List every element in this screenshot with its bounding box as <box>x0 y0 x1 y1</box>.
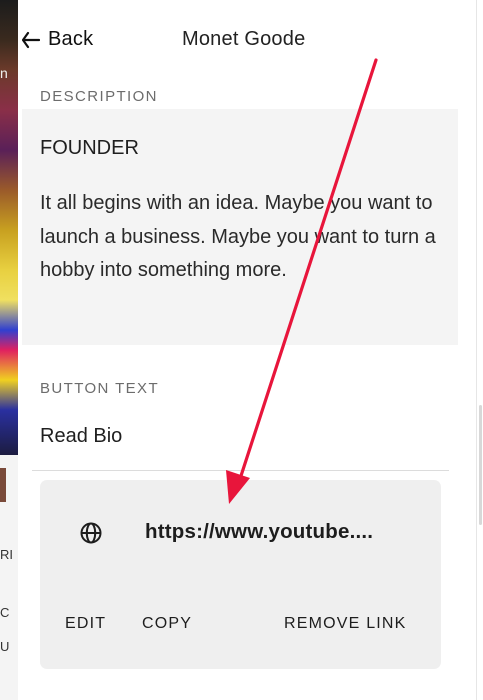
back-arrow-icon <box>22 31 40 48</box>
globe-icon <box>80 522 102 544</box>
divider <box>32 470 449 471</box>
description-body: It all begins with an idea. Maybe you wa… <box>40 192 436 281</box>
background-text-fragment: RI <box>0 547 13 562</box>
edit-link-button[interactable]: EDIT <box>65 615 106 633</box>
description-heading: FOUNDER <box>40 137 139 159</box>
edit-panel: Back Monet Goode DESCRIPTION FOUNDER It … <box>18 0 477 700</box>
screen: n RI C U Back Monet Goode DESCRIPTION FO… <box>0 0 483 700</box>
scrollbar[interactable] <box>476 0 483 700</box>
remove-link-button[interactable]: REMOVE LINK <box>284 615 407 633</box>
panel-header: Back Monet Goode <box>18 0 477 80</box>
link-url[interactable]: https://www.youtube.... <box>145 520 425 544</box>
button-text-field[interactable]: Read Bio <box>40 425 122 448</box>
panel-title: Monet Goode <box>182 28 306 50</box>
background-shape <box>0 468 6 502</box>
button-text-section-label: BUTTON TEXT <box>40 380 160 397</box>
copy-link-button[interactable]: COPY <box>142 615 192 633</box>
background-text-fragment: U <box>0 639 10 654</box>
description-section-label: DESCRIPTION <box>40 88 158 105</box>
back-label: Back <box>48 28 94 50</box>
background-page: n RI C U <box>0 0 18 700</box>
background-text-fragment: n <box>0 65 8 81</box>
background-text-fragment: C <box>0 605 10 620</box>
link-card: https://www.youtube.... EDIT COPY REMOVE… <box>40 480 441 669</box>
scrollbar-thumb[interactable] <box>479 405 482 525</box>
description-field[interactable]: FOUNDER It all begins with an idea. Mayb… <box>22 109 458 345</box>
back-button[interactable]: Back <box>22 28 93 51</box>
